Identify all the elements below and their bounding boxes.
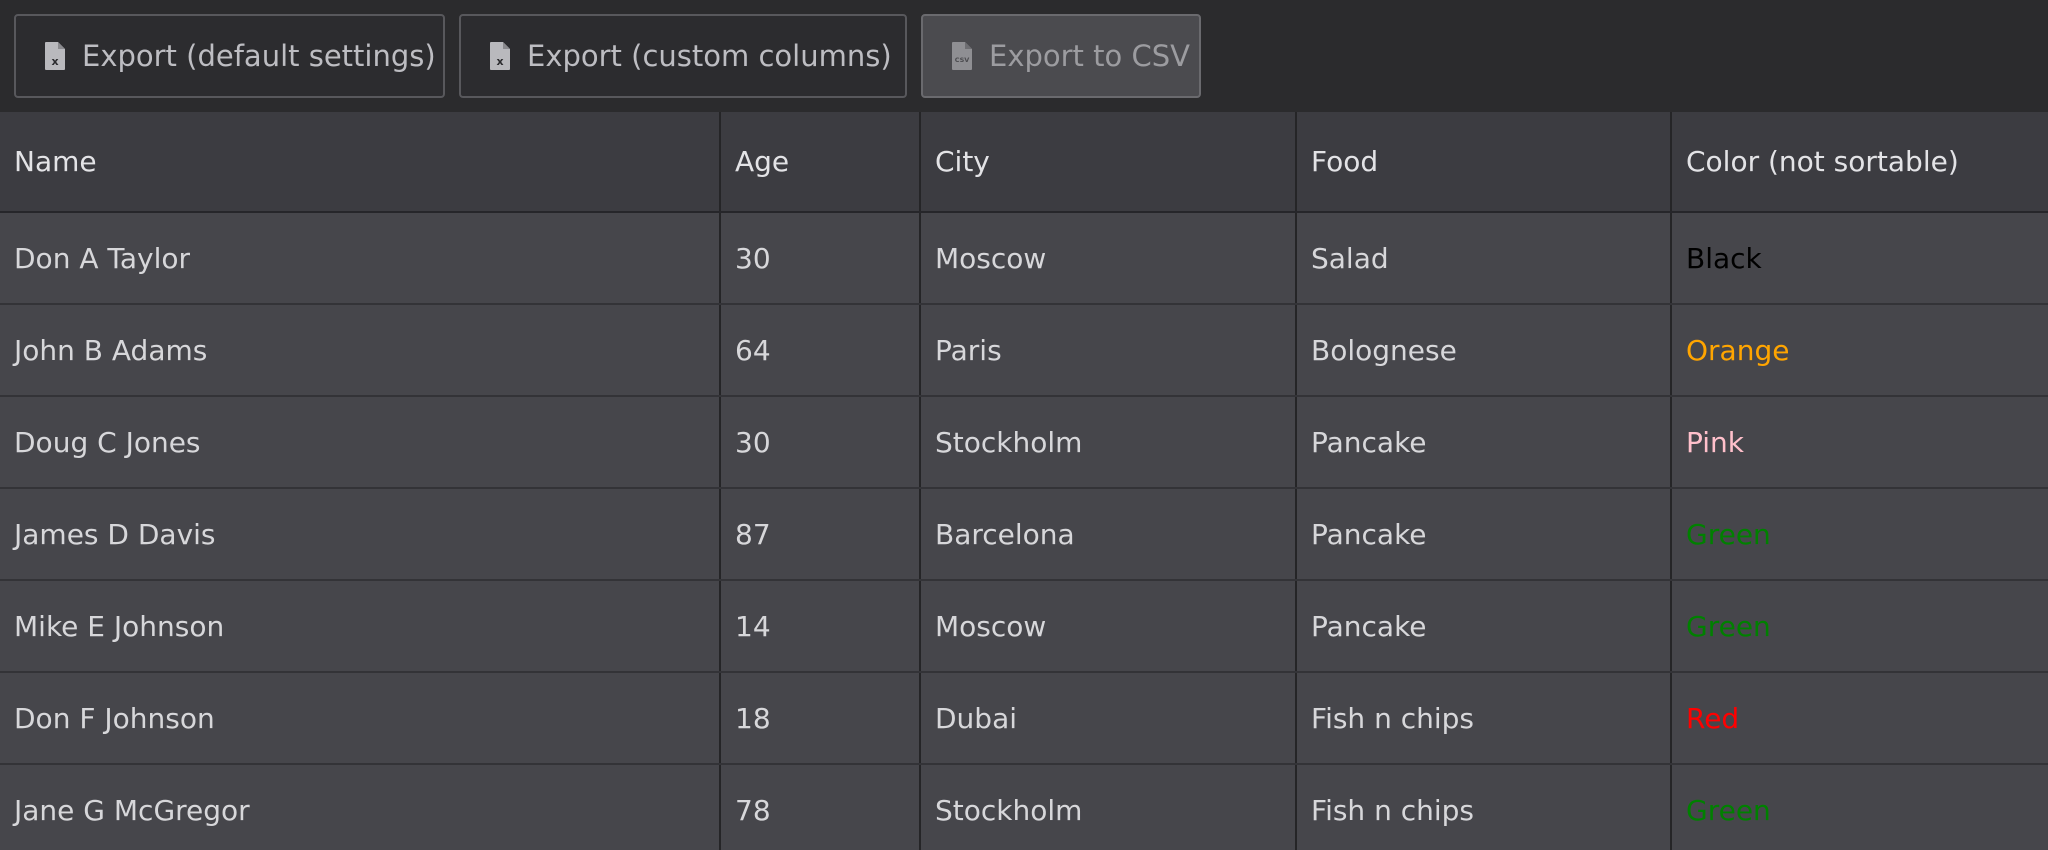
cell-name: John B Adams	[0, 304, 721, 397]
cell-food: Pancake	[1296, 580, 1672, 673]
cell-city: Barcelona	[920, 488, 1297, 581]
cell-food: Bolognese	[1296, 304, 1672, 397]
excel-file-icon: x	[45, 42, 65, 70]
cell-city: Paris	[920, 304, 1297, 397]
cell-age: 30	[720, 212, 921, 305]
cell-food: Salad	[1296, 212, 1672, 305]
cell-color: Green	[1671, 488, 2048, 581]
table-row[interactable]: James D Davis 87 Barcelona Pancake Green	[0, 488, 2048, 581]
cell-name: Don F Johnson	[0, 672, 721, 765]
export-to-csv-label: Export to CSV	[989, 39, 1190, 73]
column-header-name[interactable]: Name	[0, 112, 721, 213]
cell-food: Fish n chips	[1296, 764, 1672, 850]
table-header-row: Name Age City Food Color (not sortable)	[0, 112, 2048, 213]
cell-age: 87	[720, 488, 921, 581]
cell-age: 64	[720, 304, 921, 397]
data-table: Name Age City Food Color (not sortable) …	[0, 112, 2048, 850]
cell-color: Green	[1671, 764, 2048, 850]
csv-file-icon: CSV	[952, 42, 972, 70]
export-default-settings-label: Export (default settings)	[82, 39, 436, 73]
cell-color: Green	[1671, 580, 2048, 673]
cell-city: Stockholm	[920, 396, 1297, 489]
export-toolbar: x Export (default settings) x Export (cu…	[0, 0, 2048, 112]
cell-name: Mike E Johnson	[0, 580, 721, 673]
cell-city: Moscow	[920, 212, 1297, 305]
column-header-age[interactable]: Age	[720, 112, 921, 213]
cell-name: Jane G McGregor	[0, 764, 721, 850]
column-header-color: Color (not sortable)	[1671, 112, 2048, 213]
cell-color: Orange	[1671, 304, 2048, 397]
table-row[interactable]: Don F Johnson 18 Dubai Fish n chips Red	[0, 672, 2048, 765]
cell-color: Pink	[1671, 396, 2048, 489]
svg-text:x: x	[496, 55, 503, 68]
cell-name: Doug C Jones	[0, 396, 721, 489]
cell-age: 78	[720, 764, 921, 850]
cell-city: Moscow	[920, 580, 1297, 673]
table-row[interactable]: Don A Taylor 30 Moscow Salad Black	[0, 212, 2048, 305]
svg-text:x: x	[51, 55, 58, 68]
export-default-settings-button[interactable]: x Export (default settings)	[14, 14, 445, 98]
cell-city: Stockholm	[920, 764, 1297, 850]
table-row[interactable]: Doug C Jones 30 Stockholm Pancake Pink	[0, 396, 2048, 489]
cell-name: Don A Taylor	[0, 212, 721, 305]
export-custom-columns-label: Export (custom columns)	[527, 39, 892, 73]
export-to-csv-button[interactable]: CSV Export to CSV	[921, 14, 1201, 98]
excel-file-icon: x	[490, 42, 510, 70]
column-header-food[interactable]: Food	[1296, 112, 1672, 213]
table-row[interactable]: Mike E Johnson 14 Moscow Pancake Green	[0, 580, 2048, 673]
cell-age: 30	[720, 396, 921, 489]
cell-age: 18	[720, 672, 921, 765]
svg-text:CSV: CSV	[955, 56, 970, 64]
cell-food: Fish n chips	[1296, 672, 1672, 765]
cell-color: Black	[1671, 212, 2048, 305]
column-header-city[interactable]: City	[920, 112, 1297, 213]
cell-food: Pancake	[1296, 488, 1672, 581]
cell-name: James D Davis	[0, 488, 721, 581]
table-row[interactable]: Jane G McGregor 78 Stockholm Fish n chip…	[0, 764, 2048, 850]
cell-color: Red	[1671, 672, 2048, 765]
cell-age: 14	[720, 580, 921, 673]
cell-city: Dubai	[920, 672, 1297, 765]
cell-food: Pancake	[1296, 396, 1672, 489]
table-row[interactable]: John B Adams 64 Paris Bolognese Orange	[0, 304, 2048, 397]
export-custom-columns-button[interactable]: x Export (custom columns)	[459, 14, 907, 98]
